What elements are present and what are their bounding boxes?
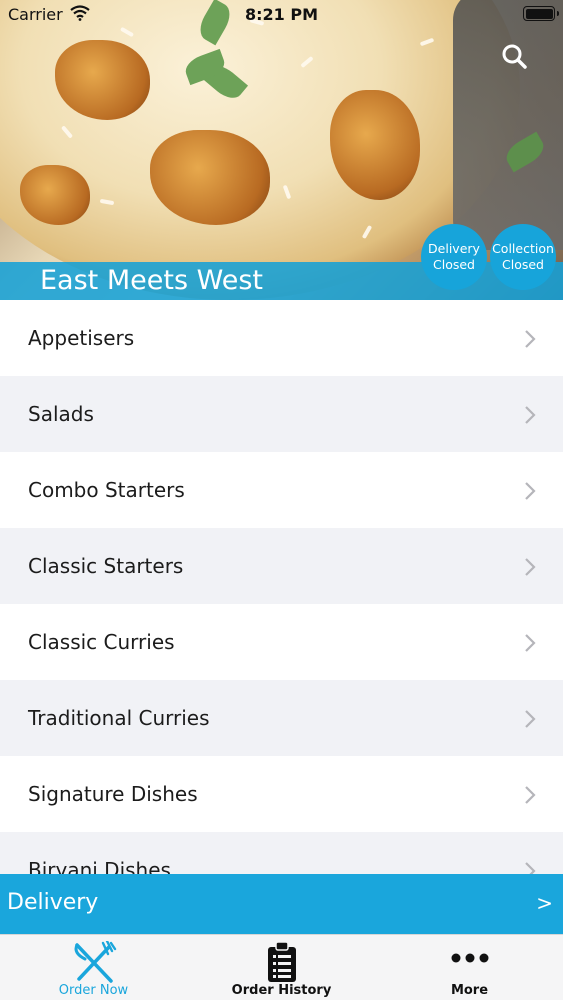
chevron-right-icon: [525, 330, 536, 348]
menu-item-combo-starters[interactable]: Combo Starters: [0, 452, 563, 528]
tab-more[interactable]: More: [376, 935, 563, 1000]
order-type-label: Delivery: [7, 890, 99, 915]
collection-status-badge: Collection Closed: [490, 224, 556, 290]
chevron-right-icon: [525, 634, 536, 652]
collection-status-line2: Closed: [502, 257, 544, 272]
menu-item-biryani-dishes[interactable]: Biryani Dishes: [0, 832, 563, 875]
tab-order-history[interactable]: Order History: [188, 935, 375, 1000]
chevron-right-icon: [525, 482, 536, 500]
tab-label: Order History: [231, 983, 332, 998]
battery-icon: [523, 6, 559, 21]
menu-item-salads[interactable]: Salads: [0, 376, 563, 452]
order-type-bar[interactable]: Delivery >: [0, 874, 563, 934]
clipboard-list-icon: [266, 941, 298, 987]
clock: 8:21 PM: [244, 5, 318, 24]
menu-item-label: Classic Curries: [28, 630, 175, 654]
tab-order-now[interactable]: Order Now: [0, 935, 187, 1000]
menu-category-list[interactable]: Appetisers Salads Combo Starters Classic…: [0, 300, 563, 875]
chevron-right-icon: [525, 406, 536, 424]
menu-item-signature-dishes[interactable]: Signature Dishes: [0, 756, 563, 832]
chevron-right-icon: [525, 862, 536, 875]
tab-bar: Order Now Order History More: [0, 934, 563, 1000]
fork-knife-icon: [71, 939, 117, 989]
menu-item-classic-starters[interactable]: Classic Starters: [0, 528, 563, 604]
tab-label: More: [450, 983, 489, 998]
chevron-right-icon: [525, 558, 536, 576]
collection-status-line1: Collection: [492, 241, 554, 256]
status-bar: Carrier 8:21 PM: [0, 0, 563, 30]
menu-item-label: Combo Starters: [28, 478, 185, 502]
search-icon[interactable]: [498, 40, 532, 74]
chevron-right-icon: [525, 786, 536, 804]
delivery-status-badge: Delivery Closed: [421, 224, 487, 290]
menu-item-appetisers[interactable]: Appetisers: [0, 300, 563, 376]
delivery-status-line1: Delivery: [428, 241, 480, 256]
restaurant-name: East Meets West: [40, 265, 263, 296]
chevron-right-icon: [525, 710, 536, 728]
menu-item-label: Traditional Curries: [28, 706, 210, 730]
delivery-status-line2: Closed: [433, 257, 475, 272]
menu-item-label: Signature Dishes: [28, 782, 198, 806]
menu-item-label: Biryani Dishes: [28, 858, 171, 875]
tab-label: Order Now: [58, 983, 129, 998]
menu-item-label: Classic Starters: [28, 554, 184, 578]
menu-item-traditional-curries[interactable]: Traditional Curries: [0, 680, 563, 756]
chevron-right-icon: >: [536, 891, 553, 915]
menu-item-label: Appetisers: [28, 326, 135, 350]
menu-item-classic-curries[interactable]: Classic Curries: [0, 604, 563, 680]
more-dots-icon: [450, 949, 490, 968]
menu-item-label: Salads: [28, 402, 94, 426]
